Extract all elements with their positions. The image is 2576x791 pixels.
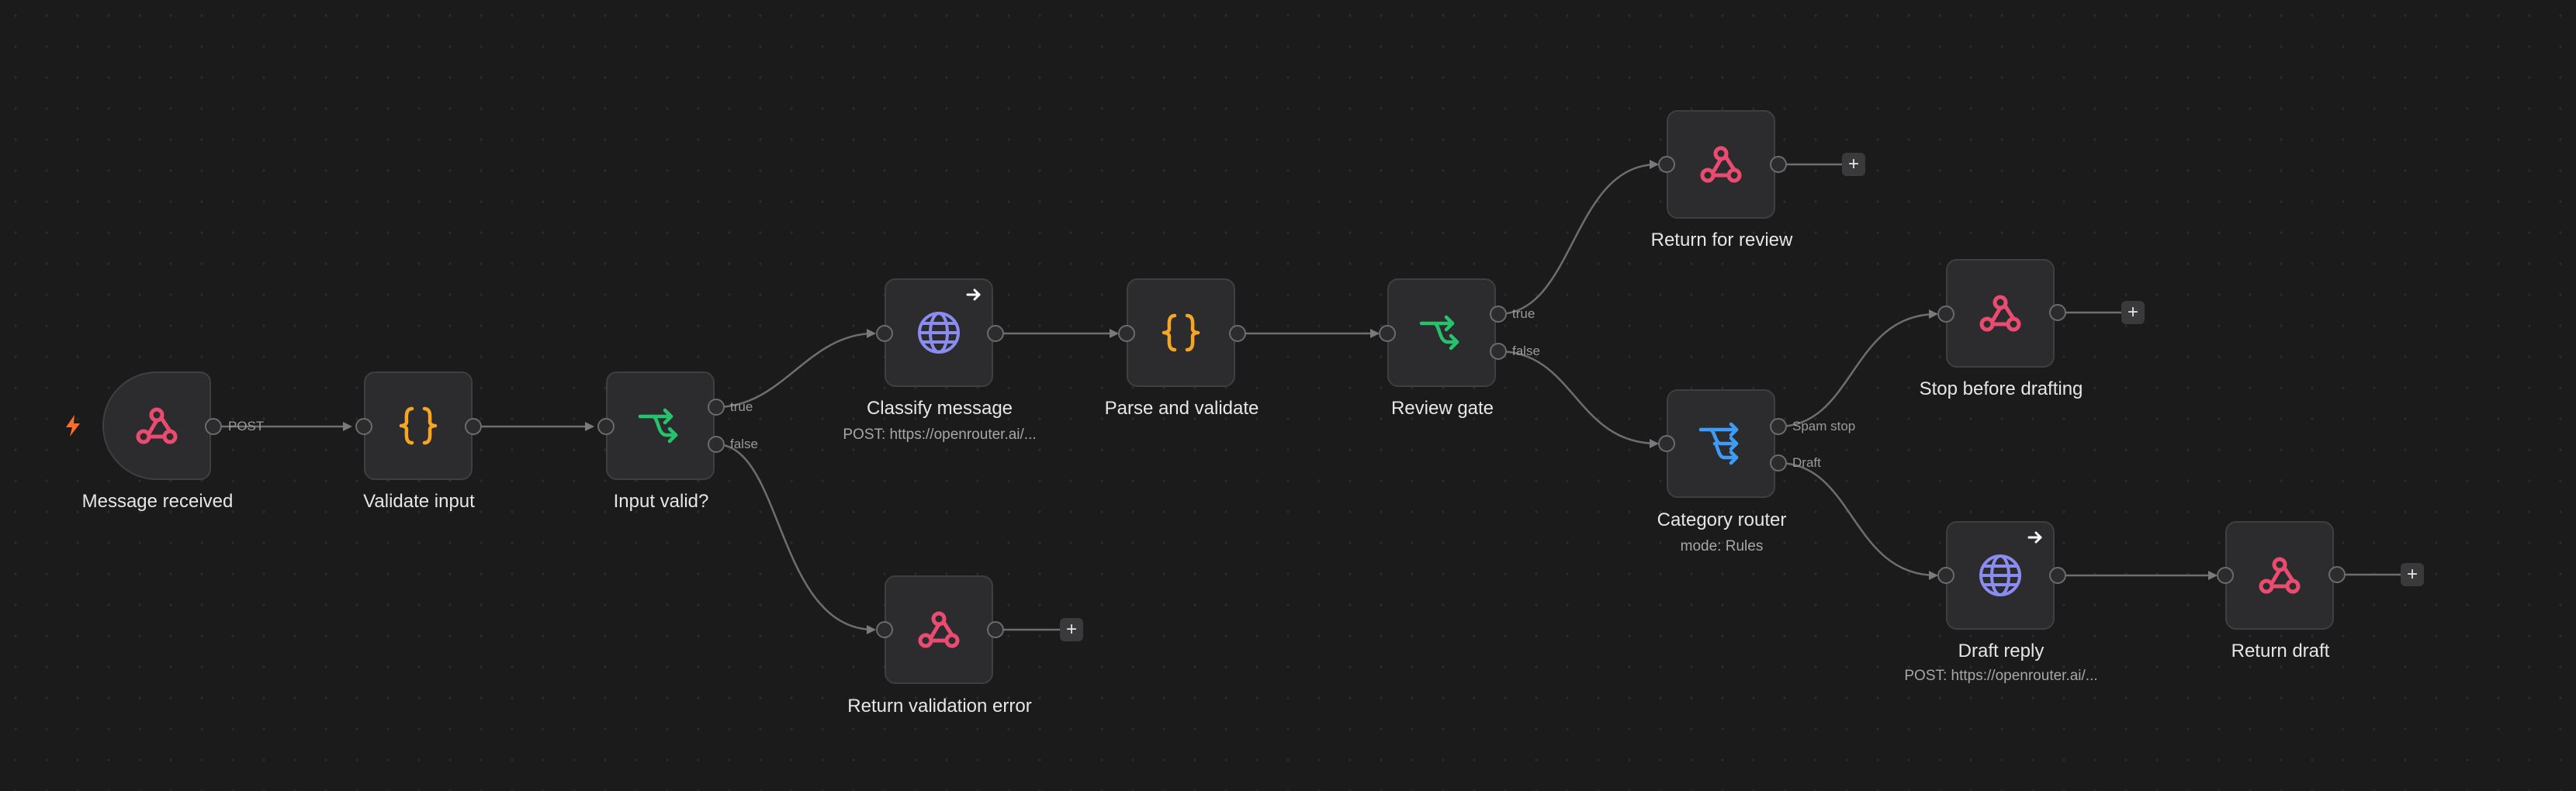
input-port[interactable] <box>1118 325 1135 342</box>
webhook-icon <box>1700 146 1742 183</box>
output-port[interactable] <box>987 325 1004 342</box>
node-label: Parse and validate <box>1104 398 1259 419</box>
input-port[interactable] <box>876 325 893 342</box>
port-label-false: false <box>730 437 758 451</box>
add-node-button[interactable]: + <box>2401 563 2424 586</box>
output-port[interactable] <box>1770 156 1787 173</box>
webhook-icon <box>918 611 960 648</box>
output-port-true[interactable] <box>1490 306 1507 323</box>
node-label: Classify message <box>866 398 1013 419</box>
output-port[interactable] <box>2049 304 2066 321</box>
code-braces-icon <box>399 406 438 445</box>
input-port[interactable] <box>1379 325 1396 342</box>
output-port-true[interactable] <box>708 399 725 416</box>
input-port[interactable] <box>597 418 615 435</box>
external-execute-arrow-icon <box>966 288 981 301</box>
input-port[interactable] <box>876 621 893 638</box>
external-execute-arrow-icon <box>2027 531 2042 544</box>
node-label: Review gate <box>1390 398 1494 419</box>
node-message-received[interactable] <box>102 371 211 480</box>
port-label-post: POST <box>228 419 265 433</box>
node-review-gate[interactable] <box>1387 278 1496 387</box>
port-label-true: true <box>730 399 753 414</box>
input-port[interactable] <box>355 418 372 435</box>
globe-icon <box>918 312 960 354</box>
node-label: Return draft <box>2231 641 2330 661</box>
output-port[interactable] <box>1229 325 1246 342</box>
node-sublabel: POST: https://openrouter.ai/... <box>843 427 1037 443</box>
input-port[interactable] <box>2217 567 2234 584</box>
input-port[interactable] <box>1937 567 1955 584</box>
output-port-false[interactable] <box>708 436 725 453</box>
if-branch-icon <box>1419 315 1459 351</box>
node-sublabel: POST: https://openrouter.ai/... <box>1904 668 2098 684</box>
node-return-validation-error[interactable] <box>885 575 993 684</box>
globe-icon <box>1979 554 2021 596</box>
input-port[interactable] <box>1937 306 1955 323</box>
connection-false-to-error <box>715 443 876 634</box>
node-stop-before-drafting[interactable] <box>1946 259 2055 368</box>
port-label-draft: Draft <box>1792 455 1821 470</box>
add-node-button[interactable]: + <box>2121 301 2145 324</box>
webhook-icon <box>1979 295 2021 332</box>
node-label: Stop before drafting <box>1919 378 2083 399</box>
output-port-false[interactable] <box>1490 343 1507 360</box>
node-label: Category router <box>1657 509 1787 530</box>
input-port[interactable] <box>1658 156 1675 173</box>
switch-router-icon <box>1698 422 1739 465</box>
webhook-icon <box>2259 557 2301 594</box>
output-port[interactable] <box>465 418 482 435</box>
add-node-button[interactable]: + <box>1060 618 1083 641</box>
webhook-icon <box>136 407 178 444</box>
node-label: Draft reply <box>1958 641 2045 661</box>
node-validate-input[interactable] <box>364 371 473 480</box>
node-return-draft[interactable] <box>2225 521 2334 630</box>
port-label-true: true <box>1512 306 1536 321</box>
output-port-spam-stop[interactable] <box>1770 418 1787 435</box>
trigger-bolt-icon <box>66 415 80 437</box>
connection-spam-to-stop <box>1778 309 1938 428</box>
node-classify-message[interactable] <box>885 278 993 387</box>
workflow-canvas[interactable]: Message received Validate input Input va… <box>0 0 2576 791</box>
connection-true-to-classify <box>715 329 876 409</box>
node-parse-and-validate[interactable] <box>1127 278 1235 387</box>
port-label-spam-stop: Spam stop <box>1792 419 1856 433</box>
node-draft-reply[interactable] <box>1946 521 2055 630</box>
port-label-false: false <box>1512 344 1540 358</box>
output-port[interactable] <box>2049 567 2066 584</box>
code-braces-icon <box>1162 313 1200 352</box>
node-label: Validate input <box>363 491 475 512</box>
output-port[interactable] <box>987 621 1004 638</box>
node-label: Message received <box>81 491 234 512</box>
output-port-draft[interactable] <box>1770 454 1787 471</box>
output-port[interactable] <box>2328 566 2346 583</box>
node-category-router[interactable] <box>1667 389 1775 498</box>
node-label: Input valid? <box>613 491 709 512</box>
node-sublabel: mode: Rules <box>1680 538 1764 554</box>
node-label: Return for review <box>1650 230 1793 250</box>
if-branch-icon <box>638 408 678 444</box>
input-port[interactable] <box>1658 435 1675 452</box>
node-label: Return validation error <box>847 696 1032 717</box>
add-node-button[interactable]: + <box>1842 153 1865 176</box>
node-return-for-review[interactable] <box>1667 110 1775 219</box>
output-port[interactable] <box>205 418 222 435</box>
node-input-valid[interactable] <box>606 371 715 480</box>
